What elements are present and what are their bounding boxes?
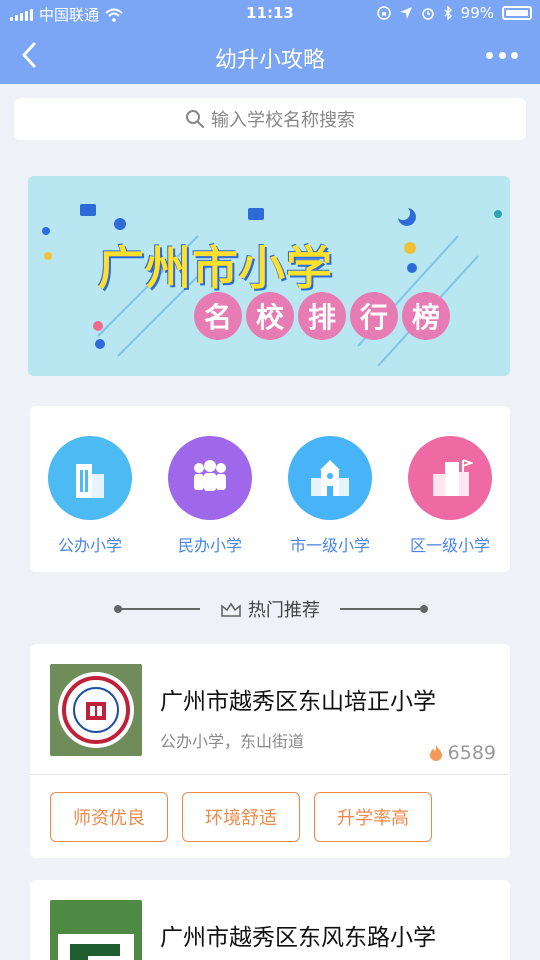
popularity-count: 6589 — [428, 742, 496, 764]
banner-subtitle: 名 校 排 行 榜 — [194, 292, 450, 340]
search-area: 输入学校名称搜索 — [0, 84, 540, 154]
crown-icon — [221, 602, 241, 617]
school-meta: 公办小学，东山街道 — [160, 732, 305, 751]
school-icon — [288, 436, 372, 520]
page-title: 幼升小攻略 — [214, 48, 325, 73]
battery-icon — [502, 6, 532, 20]
banner-subtitle-char: 榜 — [402, 292, 450, 340]
search-input[interactable]: 输入学校名称搜索 — [14, 98, 526, 140]
category-label: 民办小学 — [177, 536, 242, 555]
school-tag: 环境舒适 — [182, 792, 300, 842]
hot-section-header: 热门推荐 — [0, 592, 540, 626]
school-thumbnail — [50, 900, 142, 960]
banner-subtitle-char: 校 — [246, 292, 294, 340]
school-tag: 升学率高 — [314, 792, 432, 842]
category-public[interactable]: 公办小学 — [30, 436, 150, 556]
battery-percent: 99% — [460, 4, 494, 22]
app-header: 中国联通 11:13 99% 幼升小攻略 — [0, 0, 540, 84]
status-bar: 中国联通 11:13 99% — [0, 0, 540, 28]
search-placeholder: 输入学校名称搜索 — [211, 110, 355, 131]
lock-rotation-icon — [376, 6, 391, 20]
card-divider — [30, 774, 510, 775]
school-name: 广州市越秀区东山培正小学 — [160, 689, 436, 715]
banner-title: 广州市小学 — [98, 241, 333, 295]
category-district-level[interactable]: 区一级小学 — [390, 436, 510, 556]
category-private[interactable]: 民办小学 — [150, 436, 270, 556]
school-card[interactable]: 广州市越秀区东风东路小学 — [30, 880, 510, 960]
category-label: 市一级小学 — [289, 536, 370, 555]
category-label: 公办小学 — [57, 536, 122, 555]
ranking-banner[interactable]: 广州市小学 名 校 排 行 榜 — [28, 176, 510, 376]
nav-bar: 幼升小攻略 — [0, 28, 540, 84]
category-label: 区一级小学 — [409, 536, 490, 555]
more-menu-button[interactable] — [486, 50, 518, 60]
category-panel: 公办小学 民办小学 市一级小学 区一级小学 — [30, 406, 510, 572]
flame-icon — [429, 745, 442, 761]
school-card[interactable]: 广州市越秀区东山培正小学 公办小学，东山街道 6589 师资优良 环境舒适 升学… — [30, 644, 510, 858]
hot-section-title: 热门推荐 — [0, 596, 540, 622]
banner-subtitle-char: 行 — [350, 292, 398, 340]
search-icon — [186, 110, 204, 128]
location-icon — [399, 7, 412, 19]
district-icon — [408, 436, 492, 520]
people-icon — [168, 436, 252, 520]
banner-subtitle-char: 排 — [298, 292, 346, 340]
building-icon — [48, 436, 132, 520]
school-thumbnail — [50, 664, 142, 756]
bluetooth-icon — [444, 6, 452, 20]
banner-subtitle-char: 名 — [194, 292, 242, 340]
alarm-icon — [421, 8, 434, 20]
school-name: 广州市越秀区东风东路小学 — [160, 925, 436, 951]
school-tag: 师资优良 — [50, 792, 168, 842]
category-city-level[interactable]: 市一级小学 — [270, 436, 390, 556]
